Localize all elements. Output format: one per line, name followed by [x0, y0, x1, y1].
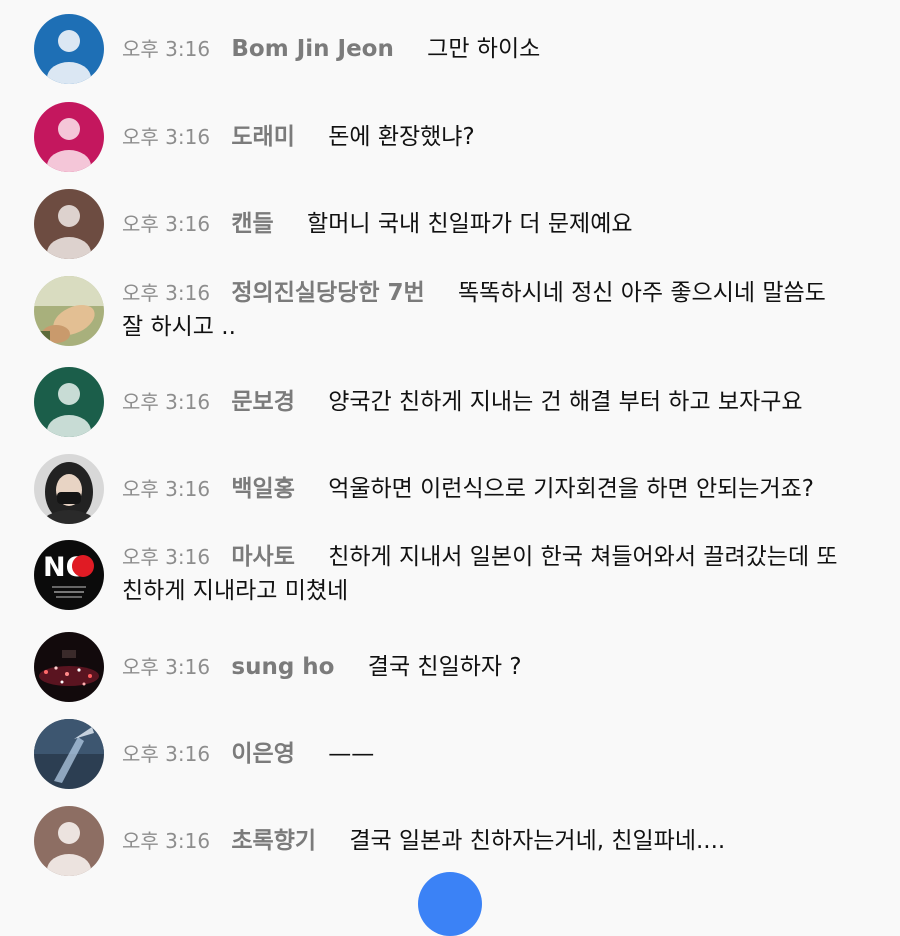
message-text: 친하게 지내서 일본이 한국 쳐들어와서 끌려갔는데 또 친하게 지내라고 미쳤…: [122, 544, 838, 604]
avatar[interactable]: NO: [34, 540, 104, 610]
message-text: 그만 하이소: [427, 36, 541, 62]
avatar[interactable]: [34, 14, 104, 84]
timestamp: 오후 3:16: [122, 545, 211, 569]
message-text: 결국 친일하자 ?: [367, 654, 522, 680]
message-text: 할머니 국내 친일파가 더 문제예요: [307, 211, 633, 237]
author-name[interactable]: 정의진실당당한 7번: [231, 280, 424, 306]
message-text: 똑똑하시네 정신 아주 좋으시네 말씀도 잘 하시고 ..: [122, 280, 826, 340]
author-name[interactable]: 캔들: [231, 211, 273, 237]
live-chat-list: 오후 3:16 Bom Jin Jeon 그만 하이소 오후 3:16 도래미 …: [0, 0, 900, 892]
avatar[interactable]: [34, 276, 104, 346]
author-name[interactable]: 문보경: [231, 389, 294, 415]
message-text: 양국간 친하게 지내는 건 해결 부터 하고 보자구요: [328, 389, 803, 415]
timestamp: 오후 3:16: [122, 390, 211, 414]
author-name[interactable]: 이은영: [231, 741, 294, 767]
author-name[interactable]: 도래미: [231, 124, 294, 150]
message-text: 억울하면 이런식으로 기자회견을 하면 안되는거죠?: [328, 476, 814, 502]
avatar[interactable]: [34, 102, 104, 172]
avatar[interactable]: [34, 454, 104, 524]
author-name[interactable]: sung ho: [231, 654, 334, 680]
message-text: 돈에 환장했냐?: [328, 124, 475, 150]
timestamp: 오후 3:16: [122, 281, 211, 305]
message-text: 결국 일본과 친하자는거네, 친일파네....: [349, 828, 726, 854]
timestamp: 오후 3:16: [122, 829, 211, 853]
message-text: ——: [328, 741, 375, 767]
timestamp: 오후 3:16: [122, 477, 211, 501]
timestamp: 오후 3:16: [122, 742, 211, 766]
timestamp: 오후 3:16: [122, 212, 211, 236]
author-name[interactable]: 초록향기: [231, 828, 316, 854]
avatar[interactable]: [34, 719, 104, 789]
avatar[interactable]: [34, 189, 104, 259]
author-name[interactable]: 마사토: [231, 544, 294, 570]
avatar[interactable]: [34, 632, 104, 702]
avatar[interactable]: [34, 806, 104, 876]
author-name[interactable]: 백일홍: [231, 476, 294, 502]
author-name[interactable]: Bom Jin Jeon: [231, 36, 393, 62]
avatar[interactable]: [34, 367, 104, 437]
timestamp: 오후 3:16: [122, 655, 211, 679]
timestamp: 오후 3:16: [122, 125, 211, 149]
timestamp: 오후 3:16: [122, 37, 211, 61]
scroll-to-bottom-button[interactable]: [418, 872, 482, 936]
